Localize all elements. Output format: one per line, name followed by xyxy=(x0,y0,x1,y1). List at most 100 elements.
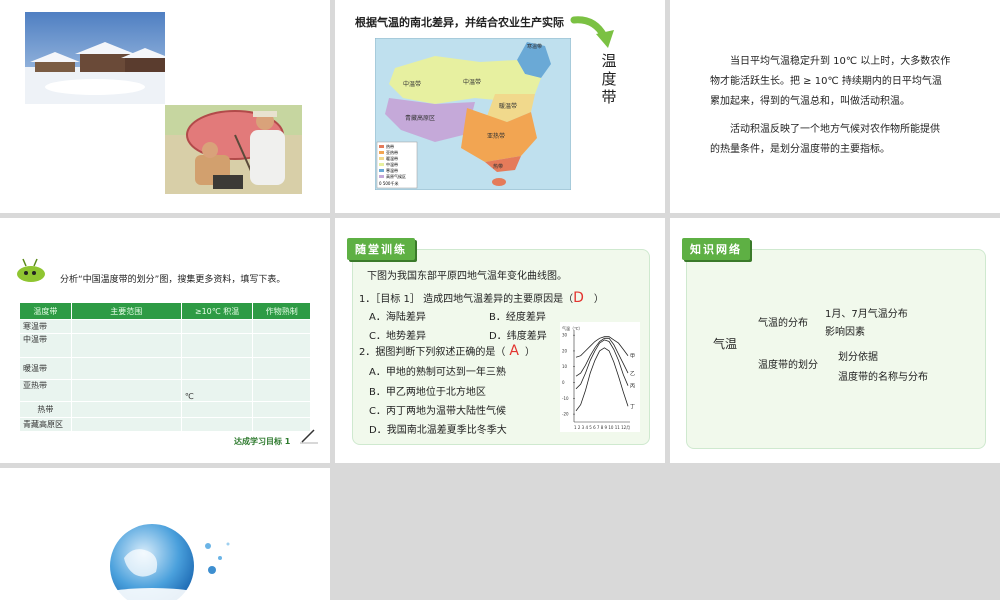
zone-char: 温 xyxy=(601,52,617,70)
empty-cell[interactable] xyxy=(252,357,311,380)
map-region-label: 亚热带 xyxy=(487,132,505,140)
unit-cell: ℃ xyxy=(180,379,254,402)
q2-option-d[interactable]: D．我国南北温差夏季比冬季大 xyxy=(369,421,507,436)
legend-entry: 亚热带 xyxy=(386,149,398,155)
map-region-label: 暖温带 xyxy=(499,102,517,110)
table-row: 青藏高原区 xyxy=(19,417,311,432)
legend-entry: 中温带 xyxy=(386,161,398,167)
empty-cell[interactable] xyxy=(70,319,182,334)
empty-cell[interactable] xyxy=(252,333,311,358)
q2-option-c[interactable]: C．丙丁两地为温带大陆性气候 xyxy=(369,402,506,417)
y-tick-label: 10 xyxy=(562,364,568,369)
map-region-label: 热带 xyxy=(493,163,503,170)
series-label: 乙 xyxy=(630,370,635,377)
question-2: 2．据图判断下列叙述正确的是（ A ） xyxy=(359,343,535,359)
question-1-text: 1．［目标 1］ 造成四地气温差异的主要原因是（ xyxy=(359,294,574,305)
temperature-curve-chart: 气温（℃） 3020100-10-20 1 2 3 4 5 6 7 8 9 10… xyxy=(560,322,640,432)
q1-option-d[interactable]: D．纬度差异 xyxy=(489,327,547,342)
network-branch-distribution: 气温的分布 xyxy=(758,318,808,329)
q1-option-b[interactable]: B．经度差异 xyxy=(489,308,546,323)
network-leaf: 温度带的名称与分布 xyxy=(838,372,928,383)
para-line: 累加起来，得到的气温总和，叫做活动积温。 xyxy=(710,96,910,107)
table-instruction: 分析“中国温度带的划分”图，搜集更多资料，填写下表。 xyxy=(60,275,286,285)
y-tick-label: -10 xyxy=(562,396,569,401)
zone-cell: 寒温带 xyxy=(19,319,72,334)
empty-cell[interactable] xyxy=(70,417,182,432)
slide-6[interactable]: 知识网络 气温 气温的分布 1月、7月气温分布 影响因素 温度带的划分 划分依据… xyxy=(670,218,1000,463)
china-temperature-zone-map: 中温带 中温带 寒温带 暖温带 青藏高原区 亚热带 热带 热带 亚热带 暖温带 … xyxy=(375,38,571,190)
empty-cell[interactable] xyxy=(180,357,254,380)
para-line: 活动积温反映了一个地方气候对农作物所能提供 xyxy=(730,124,940,135)
table-row: 暖温带 xyxy=(19,357,311,380)
empty-cell[interactable] xyxy=(180,417,254,432)
slide-2[interactable]: 根据气温的南北差异，并结合农业生产实际 温 度 带 中温带 中温带 寒温带 暖温… xyxy=(335,0,665,213)
map-scale: 0 500千米 xyxy=(379,180,398,186)
zone-cell: 中温带 xyxy=(19,333,72,358)
para-line: 当日平均气温稳定升到 10℃ 以上时，大多数农作 xyxy=(730,56,951,67)
zone-cell: 亚热带 xyxy=(19,379,72,402)
para-line: 物才能活跃生长。把 ≥ 10℃ 持续期内的日平均气温 xyxy=(710,76,942,87)
empty-cell[interactable] xyxy=(70,333,182,358)
slide-5[interactable]: 随堂训练 下图为我国东部平原四地气温年变化曲线图。 1．［目标 1］ 造成四地气… xyxy=(335,218,665,463)
knowledge-network-tag: 知识网络 xyxy=(682,238,750,260)
empty-cell[interactable] xyxy=(252,379,311,402)
map-heading: 根据气温的南北差异，并结合农业生产实际 xyxy=(355,16,564,29)
empty-cell[interactable] xyxy=(252,319,311,334)
slide-4[interactable]: 分析“中国温度带的划分”图，搜集更多资料，填写下表。 温度带 主要范围 ≥10℃… xyxy=(0,218,330,463)
q1-option-c[interactable]: C．地势差异 xyxy=(369,327,426,342)
map-region-label: 中温带 xyxy=(403,80,421,88)
column-header: ≥10℃ 积温 xyxy=(180,302,254,320)
farmer-umbrella-photo xyxy=(165,105,302,194)
zone-cell: 青藏高原区 xyxy=(19,417,72,432)
table-row: 中温带 xyxy=(19,333,311,358)
column-header: 主要范围 xyxy=(70,302,182,320)
network-leaf: 划分依据 xyxy=(838,352,878,363)
network-leaf: 1月、7月气温分布 xyxy=(825,309,908,320)
y-tick-label: 30 xyxy=(562,333,568,338)
q2-option-b[interactable]: B．甲乙两地位于北方地区 xyxy=(369,383,486,398)
chart-x-ticks: 1 2 3 4 5 6 7 8 9 10 11 12月 xyxy=(574,425,630,430)
series-label: 丙 xyxy=(630,384,635,390)
zone-cell: 暖温带 xyxy=(19,357,72,380)
map-legend: 热带 亚热带 暖温带 中温带 寒温带 高原气候区 0 500千米 xyxy=(376,141,418,189)
question-2-answer: A xyxy=(509,343,519,359)
q2-option-a[interactable]: A．甲地的熟制可达到一年三熟 xyxy=(369,363,506,378)
empty-cell[interactable] xyxy=(180,319,254,334)
empty-cell[interactable] xyxy=(180,333,254,358)
slide-7[interactable] xyxy=(0,468,330,600)
zone-cell: 热带 xyxy=(19,401,72,418)
practice-tag: 随堂训练 xyxy=(347,238,415,260)
legend-entry: 高原气候区 xyxy=(386,173,406,179)
empty-cell[interactable] xyxy=(252,401,311,418)
globe-icon xyxy=(100,524,230,600)
question-1-answer: D xyxy=(573,290,584,306)
temperature-zone-label: 温 度 带 xyxy=(599,52,619,106)
zone-char: 带 xyxy=(601,88,617,106)
question-2-close: ） xyxy=(524,347,535,358)
column-header: 温度带 xyxy=(19,302,72,320)
chart-y-label: 气温（℃） xyxy=(562,325,583,331)
series-label: 丁 xyxy=(630,404,635,410)
column-header: 作物熟制 xyxy=(252,302,311,320)
pencil-icon xyxy=(300,429,318,444)
empty-cell[interactable] xyxy=(70,357,182,380)
map-region-label: 中温带 xyxy=(463,78,481,86)
empty-cell[interactable] xyxy=(70,401,182,418)
table-row: 亚热带 ℃ xyxy=(19,379,311,402)
map-region-label: 青藏高原区 xyxy=(405,114,435,122)
table-header-row: 温度带 主要范围 ≥10℃ 积温 作物熟制 xyxy=(19,302,311,320)
q1-option-a[interactable]: A．海陆差异 xyxy=(369,308,426,323)
table-row: 寒温带 xyxy=(19,319,311,334)
empty-cell[interactable] xyxy=(70,379,182,402)
active-temperature-paragraph-1: 当日平均气温稳定升到 10℃ 以上时，大多数农作 物才能活跃生长。把 ≥ 10℃… xyxy=(710,52,950,112)
learning-goal-link[interactable]: 达成学习目标 1 xyxy=(234,436,290,447)
slide-1[interactable] xyxy=(0,0,330,213)
question-1: 1．［目标 1］ 造成四地气温差异的主要原因是（D ） xyxy=(359,290,604,306)
y-tick-label: 20 xyxy=(562,348,568,353)
empty-cell[interactable] xyxy=(180,401,254,418)
quiz-intro: 下图为我国东部平原四地气温年变化曲线图。 xyxy=(367,271,567,282)
slide-3[interactable]: 当日平均气温稳定升到 10℃ 以上时，大多数农作 物才能活跃生长。把 ≥ 10℃… xyxy=(670,0,1000,213)
series-label: 甲 xyxy=(630,354,635,360)
map-region-label: 寒温带 xyxy=(527,43,542,50)
table-row: 热带 xyxy=(19,401,311,418)
